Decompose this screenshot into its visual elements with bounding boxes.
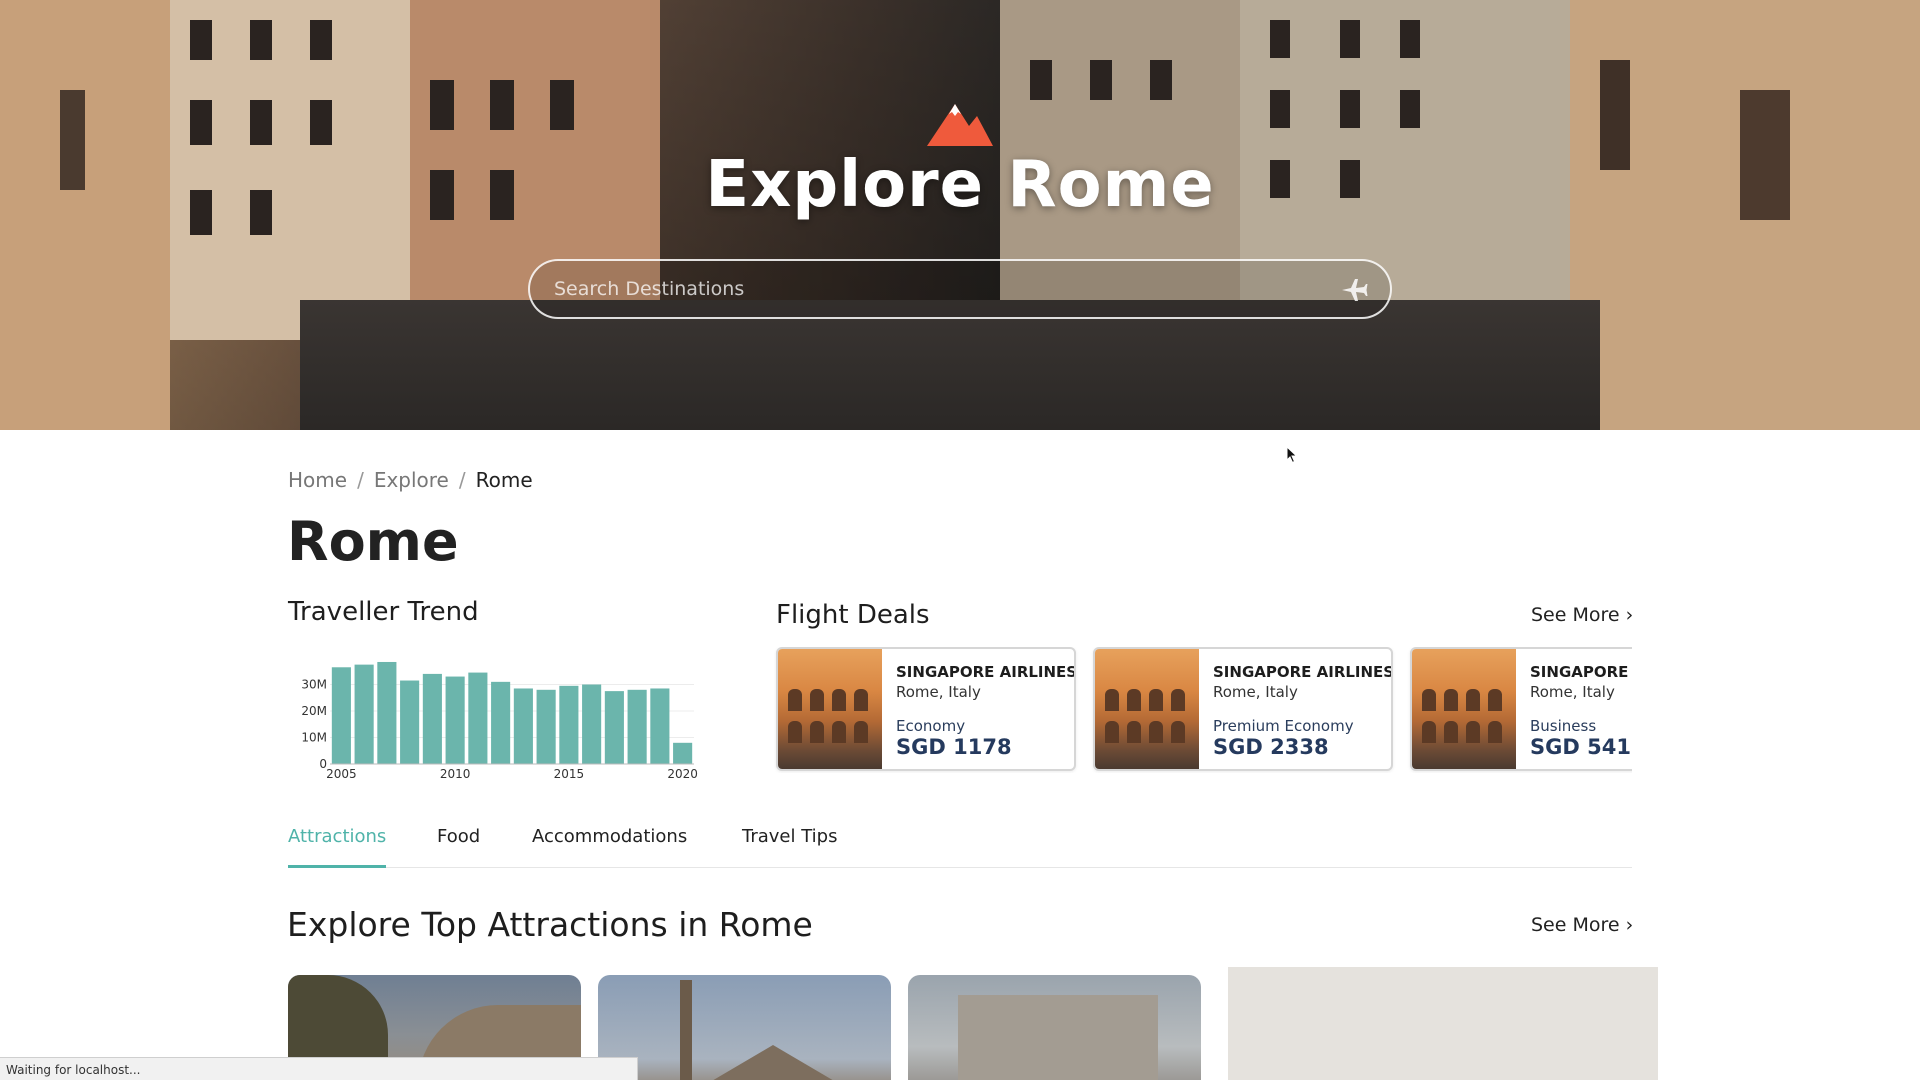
chevron-right-icon: › <box>1625 914 1634 936</box>
deal-city: Rome, Italy <box>1213 683 1298 701</box>
chart-x-tick-label: 2005 <box>326 767 357 781</box>
chart-y-tick-label: 30M <box>301 678 327 692</box>
chart-bar-2017 <box>604 691 624 764</box>
chart-bar-2007 <box>377 661 397 764</box>
chart-bar-2006 <box>354 664 374 764</box>
chart-bar-2016 <box>582 684 602 764</box>
colosseum-image <box>778 649 882 769</box>
breadcrumb: Home / Explore / Rome <box>288 468 533 492</box>
deal-price: SGD 5418 <box>1530 735 1632 759</box>
breadcrumb-explore[interactable]: Explore <box>374 468 449 492</box>
flight-deals-see-more-link[interactable]: See More › <box>1531 604 1633 626</box>
tab-travel-tips[interactable]: Travel Tips <box>742 826 837 868</box>
chart-x-tick-label: 2020 <box>667 767 698 781</box>
breadcrumb-separator: / <box>357 468 364 492</box>
chart-bar-2020 <box>673 742 693 764</box>
deal-city: Rome, Italy <box>1530 683 1615 701</box>
chart-bar-2018 <box>627 689 647 764</box>
chart-bar-2014 <box>536 689 556 764</box>
attractions-see-more-link[interactable]: See More › <box>1531 914 1633 936</box>
chart-x-tick-label: 2015 <box>554 767 585 781</box>
see-more-label: See More <box>1531 914 1620 936</box>
trevi-silhouette <box>958 995 1158 1080</box>
hero-title: Explore Rome <box>705 148 1215 222</box>
mouse-cursor-icon <box>1286 446 1298 464</box>
chart-y-tick-label: 20M <box>301 704 327 718</box>
deal-class: Premium Economy <box>1213 717 1354 735</box>
chart-bar-2011 <box>468 672 488 764</box>
chart-bar-2005 <box>331 667 351 764</box>
flight-deals-heading: Flight Deals <box>776 600 930 630</box>
see-more-label: See More <box>1531 604 1620 626</box>
airplane-icon[interactable] <box>1340 277 1368 303</box>
hero-banner: Explore Rome <box>0 0 1920 430</box>
chart-bar-2010 <box>445 676 465 764</box>
deal-price: SGD 2338 <box>1213 735 1329 759</box>
deal-class: Economy <box>896 717 966 735</box>
chart-bar-2008 <box>400 680 420 764</box>
attractions-heading: Explore Top Attractions in Rome <box>287 905 813 944</box>
attractions-map[interactable] <box>1228 967 1658 1080</box>
pantheon-silhouette <box>688 1045 858 1080</box>
hero-background-street <box>300 300 1600 430</box>
traveller-trend-heading: Traveller Trend <box>288 597 479 627</box>
flight-deal-card[interactable]: SINGAPORE AIRLINES Rome, Italy Premium E… <box>1093 647 1393 771</box>
chevron-right-icon: › <box>1625 604 1634 626</box>
tab-attractions[interactable]: Attractions <box>288 826 387 868</box>
breadcrumb-separator: / <box>458 468 466 492</box>
traveller-trend-chart: 010M20M30M2005 2010 2015 2020 <box>301 661 698 781</box>
page-title: Rome <box>287 510 459 573</box>
chart-y-tick-label: 10M <box>301 731 327 745</box>
chart-bar-2012 <box>491 681 511 764</box>
search-input[interactable] <box>554 261 1314 317</box>
flight-deals-carousel[interactable]: SINGAPORE AIRLINES Rome, Italy Economy S… <box>774 647 1632 773</box>
flight-deal-card[interactable]: SINGAPORE AIRLINES Rome, Italy Business … <box>1410 647 1632 771</box>
breadcrumb-home[interactable]: Home <box>288 468 347 492</box>
chart-bar-2013 <box>513 688 533 764</box>
deal-airline: SINGAPORE AIRLINES <box>1213 663 1393 681</box>
deal-airline: SINGAPORE AIRLINES <box>1530 663 1632 681</box>
chart-bar-2009 <box>422 673 442 764</box>
chart-bar-2015 <box>559 685 579 764</box>
breadcrumb-current: Rome <box>475 468 533 492</box>
deal-price: SGD 1178 <box>896 735 1012 759</box>
chart-x-tick-label: 2010 <box>440 767 471 781</box>
colosseum-image <box>1095 649 1199 769</box>
deal-city: Rome, Italy <box>896 683 981 701</box>
chart-bar-2019 <box>650 688 670 764</box>
search-bar[interactable] <box>528 259 1392 319</box>
tab-food[interactable]: Food <box>437 826 480 868</box>
colosseum-image <box>1412 649 1516 769</box>
tab-accommodations[interactable]: Accommodations <box>532 826 687 868</box>
flight-deal-card[interactable]: SINGAPORE AIRLINES Rome, Italy Economy S… <box>776 647 1076 771</box>
obelisk-silhouette <box>680 980 692 1080</box>
deal-airline: SINGAPORE AIRLINES <box>896 663 1076 681</box>
attraction-card-trevi[interactable] <box>908 975 1201 1080</box>
category-tabs: Attractions Food Accommodations Travel T… <box>288 818 1632 868</box>
mountain-logo-icon <box>927 104 993 146</box>
browser-status-bar: Waiting for localhost... <box>0 1057 638 1080</box>
deal-class: Business <box>1530 717 1597 735</box>
attraction-card-pantheon[interactable] <box>598 975 891 1080</box>
